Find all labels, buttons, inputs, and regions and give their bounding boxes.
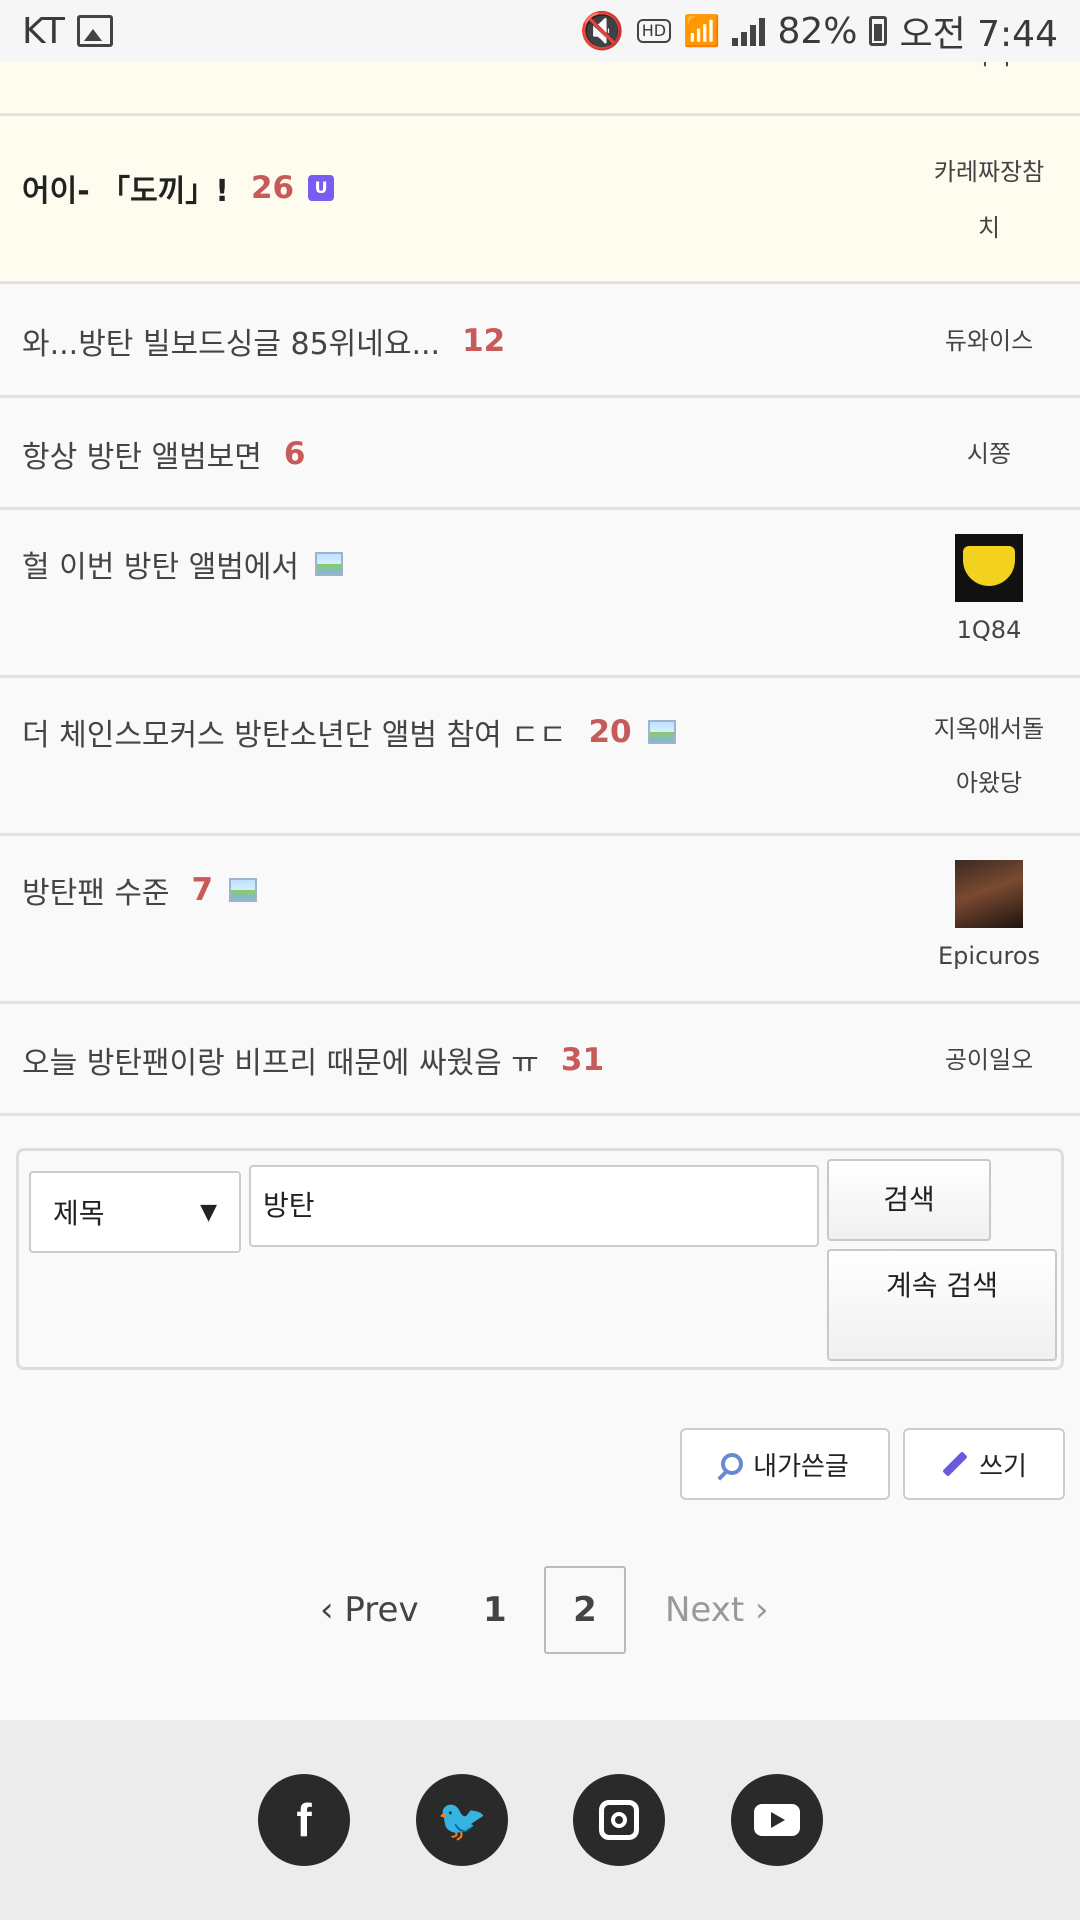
youtube-icon[interactable] bbox=[731, 1774, 823, 1866]
page-link-1[interactable]: 1 bbox=[483, 1566, 507, 1654]
post-title[interactable]: 어이- 「도끼」! 26 U bbox=[22, 164, 335, 212]
image-attachment-icon bbox=[315, 552, 344, 576]
image-attachment-icon bbox=[647, 720, 676, 744]
facebook-icon[interactable]: f bbox=[258, 1774, 350, 1866]
list-item[interactable]: 방탄팬 수준 7 Epicuros bbox=[0, 836, 1080, 1004]
chevron-down-icon: ▼ bbox=[200, 1199, 217, 1225]
post-author[interactable]: 카레짜장참 치 bbox=[924, 144, 1054, 256]
avatar bbox=[955, 860, 1023, 928]
status-left: KT bbox=[22, 11, 113, 52]
list-item[interactable]: 오늘 방탄팬이랑 비프리 때문에 싸웠음 ㅠ 31 공이일오 bbox=[0, 1004, 1080, 1116]
post-title[interactable]: 헐 이번 방탄 앨범에서 bbox=[22, 540, 344, 588]
image-attachment-icon bbox=[229, 878, 258, 902]
post-list: 너디 어이- 「도끼」! 26 U 카레짜장참 치 와...방탄 빌보드싱글 8… bbox=[0, 62, 1080, 1116]
post-author[interactable]: 듀와이스 bbox=[924, 313, 1054, 369]
clock: 오전 7:44 bbox=[899, 14, 1058, 55]
avatar bbox=[955, 534, 1023, 602]
comment-count: 12 bbox=[462, 323, 506, 359]
search-button[interactable]: 검색 bbox=[827, 1159, 991, 1241]
pencil-icon bbox=[942, 1451, 968, 1477]
page-link-2-current[interactable]: 2 bbox=[544, 1566, 626, 1654]
status-right: 🔇 HD 📶 82% 오전 7:44 bbox=[580, 5, 1058, 57]
list-item[interactable]: 헐 이번 방탄 앨범에서 1Q84 bbox=[0, 510, 1080, 678]
list-item[interactable]: 너디 bbox=[0, 62, 1080, 116]
post-author[interactable]: 공이일오 bbox=[924, 1032, 1054, 1088]
battery-icon bbox=[869, 16, 888, 46]
signal-icon bbox=[732, 16, 766, 46]
next-page-link[interactable]: Next › bbox=[665, 1566, 769, 1654]
continue-search-button[interactable]: 계속 검색 bbox=[827, 1249, 1057, 1361]
footer: f 🐦 bbox=[0, 1720, 1080, 1920]
carrier-label: KT bbox=[22, 10, 65, 52]
instagram-icon[interactable] bbox=[573, 1774, 665, 1866]
comment-count: 31 bbox=[560, 1042, 605, 1078]
status-bar: KT 🔇 HD 📶 82% 오전 7:44 bbox=[0, 0, 1080, 62]
my-posts-button[interactable]: 내가쓴글 bbox=[680, 1428, 890, 1500]
list-item[interactable]: 어이- 「도끼」! 26 U 카레짜장참 치 bbox=[0, 116, 1080, 284]
battery-percent: 82% bbox=[777, 10, 858, 52]
post-author[interactable]: Epicuros bbox=[924, 860, 1054, 976]
search-form: 제목 ▼ 방탄 검색 계속 검색 bbox=[16, 1148, 1064, 1370]
post-author[interactable]: 너디 bbox=[924, 62, 1054, 84]
post-author[interactable]: 1Q84 bbox=[924, 534, 1054, 650]
comment-count: 26 bbox=[250, 170, 295, 206]
post-title[interactable]: 방탄팬 수준 7 bbox=[22, 866, 258, 914]
hd-icon: HD bbox=[636, 19, 672, 43]
wifi-icon: 📶 bbox=[683, 13, 721, 49]
comment-count: 7 bbox=[191, 872, 214, 908]
prev-page-link[interactable]: ‹ Prev bbox=[320, 1566, 419, 1654]
list-item[interactable]: 더 체인스모커스 방탄소년단 앨범 참여 ㄷㄷ 20 지옥애서돌 아왔당 bbox=[0, 678, 1080, 836]
post-author[interactable]: 시쫑 bbox=[924, 426, 1054, 482]
user-badge-icon: U bbox=[308, 175, 335, 201]
post-author[interactable]: 지옥애서돌 아왔당 bbox=[924, 702, 1054, 810]
post-title[interactable]: 더 체인스모커스 방탄소년단 앨범 참여 ㄷㄷ 20 bbox=[22, 708, 676, 756]
image-icon bbox=[76, 15, 113, 47]
comment-count: 20 bbox=[588, 714, 632, 750]
post-title[interactable]: 와...방탄 빌보드싱글 85위네요... 12 bbox=[22, 317, 505, 365]
list-item[interactable]: 와...방탄 빌보드싱글 85위네요... 12 듀와이스 bbox=[0, 284, 1080, 398]
search-icon bbox=[721, 1453, 744, 1475]
pagination: ‹ Prev 1 2 Next › bbox=[0, 1566, 1080, 1656]
post-title[interactable]: 오늘 방탄팬이랑 비프리 때문에 싸웠음 ㅠ 31 bbox=[22, 1036, 604, 1084]
list-item[interactable]: 항상 방탄 앨범보면 6 시쫑 bbox=[0, 398, 1080, 510]
mute-icon: 🔇 bbox=[579, 11, 625, 52]
search-field-select[interactable]: 제목 ▼ bbox=[29, 1171, 241, 1253]
post-title[interactable]: 항상 방탄 앨범보면 6 bbox=[22, 430, 305, 478]
twitter-icon[interactable]: 🐦 bbox=[416, 1774, 508, 1866]
comment-count: 6 bbox=[283, 436, 306, 472]
write-button[interactable]: 쓰기 bbox=[903, 1428, 1065, 1500]
search-input[interactable]: 방탄 bbox=[249, 1165, 819, 1247]
